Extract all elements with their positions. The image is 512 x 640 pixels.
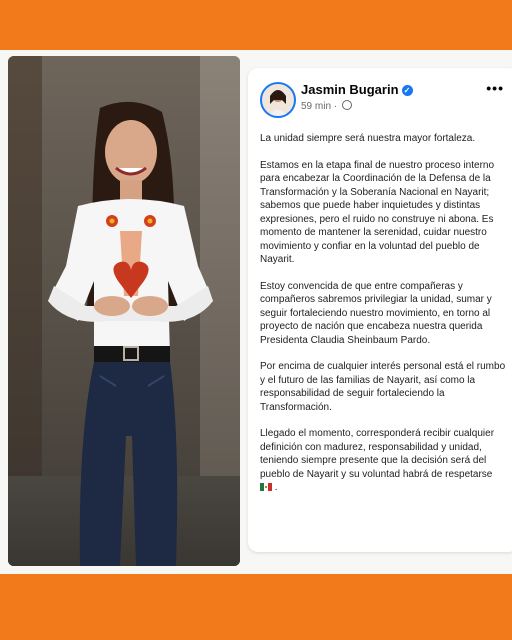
person-illustration	[48, 101, 213, 566]
candidate-photo	[8, 56, 240, 566]
author-avatar[interactable]	[260, 82, 296, 118]
post-paragraph-last: Llegado el momento, corresponderá recibi…	[260, 427, 506, 495]
post-paragraph-text: Llegado el momento, corresponderá recibi…	[260, 428, 495, 480]
globe-icon	[341, 100, 352, 110]
post-paragraph: Estamos en la etapa final de nuestro pro…	[260, 159, 495, 266]
post-paragraph: La unidad siempre será nuestra mayor for…	[260, 133, 476, 144]
more-options-icon[interactable]: •••	[486, 80, 504, 96]
meta-separator: ·	[333, 101, 338, 112]
post-text: La unidad siempre será nuestra mayor for…	[260, 132, 506, 508]
mexico-flag-icon	[260, 483, 272, 491]
verified-badge-icon: ✓	[401, 85, 413, 96]
author-name[interactable]: Jasmin Bugarin ✓	[301, 82, 413, 97]
post-time[interactable]: 59 min	[301, 101, 331, 112]
author-name-text[interactable]: Jasmin Bugarin	[301, 82, 399, 97]
post-paragraph: Por encima de cualquier interés personal…	[260, 361, 506, 413]
facebook-post-card: Jasmin Bugarin ✓ 59 min · ••• La unidad s…	[248, 68, 512, 552]
post-composite: Jasmin Bugarin ✓ 59 min · ••• La unidad s…	[0, 50, 512, 574]
post-meta: 59 min ·	[301, 100, 352, 112]
post-paragraph: Estoy convencida de que entre compañeras…	[260, 280, 492, 346]
post-period: .	[274, 482, 278, 493]
